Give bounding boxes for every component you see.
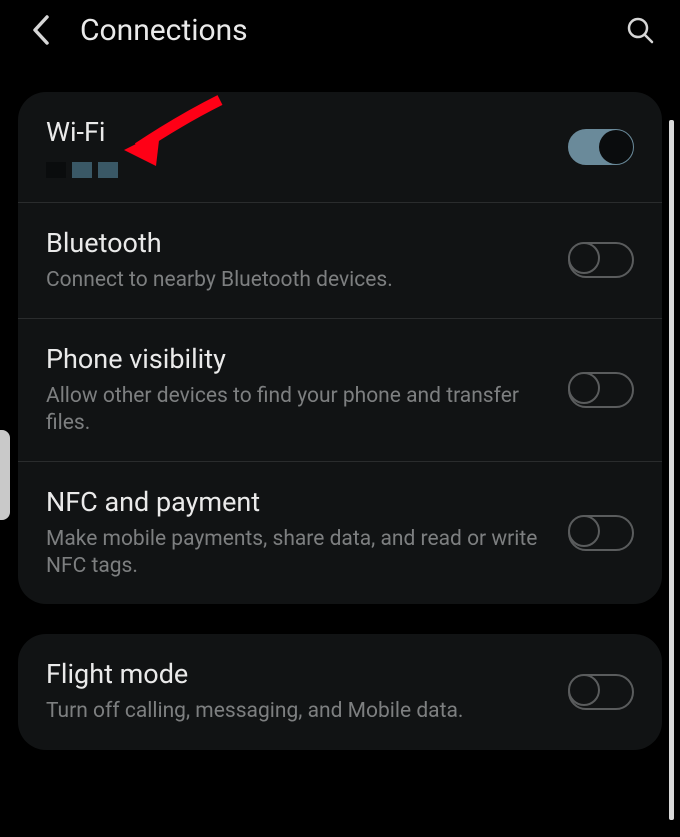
- wifi-network-indicator: [46, 162, 548, 178]
- wifi-indicator-block: [46, 162, 66, 178]
- row-text: NFC and payment Make mobile payments, sh…: [46, 486, 568, 580]
- scrollbar[interactable]: [669, 120, 674, 820]
- settings-group-2: Flight mode Turn off calling, messaging,…: [18, 634, 662, 749]
- row-subtitle: Connect to nearby Bluetooth devices.: [46, 267, 548, 294]
- row-subtitle: Allow other devices to find your phone a…: [46, 383, 548, 438]
- wifi-toggle[interactable]: [568, 129, 634, 165]
- settings-group-1: Wi-Fi Bluetooth Connect to nearby Blueto…: [18, 92, 662, 604]
- wifi-indicator-block: [98, 162, 118, 178]
- row-subtitle: Turn off calling, messaging, and Mobile …: [46, 698, 548, 725]
- search-button[interactable]: [620, 10, 660, 50]
- toggle-knob: [568, 372, 600, 404]
- search-icon: [625, 15, 655, 45]
- page-title: Connections: [80, 13, 620, 48]
- row-title: Wi-Fi: [46, 116, 548, 150]
- back-button[interactable]: [20, 10, 60, 50]
- row-text: Phone visibility Allow other devices to …: [46, 343, 568, 437]
- toggle-knob: [599, 130, 633, 164]
- setting-row-flight-mode[interactable]: Flight mode Turn off calling, messaging,…: [18, 634, 662, 749]
- wifi-indicator-block: [72, 162, 92, 178]
- row-title: Bluetooth: [46, 227, 548, 261]
- row-subtitle: Make mobile payments, share data, and re…: [46, 526, 548, 581]
- row-text: Bluetooth Connect to nearby Bluetooth de…: [46, 227, 568, 294]
- row-text: Flight mode Turn off calling, messaging,…: [46, 658, 568, 725]
- nfc-toggle[interactable]: [568, 515, 634, 551]
- chevron-left-icon: [29, 13, 51, 47]
- setting-row-nfc[interactable]: NFC and payment Make mobile payments, sh…: [18, 462, 662, 604]
- phone-visibility-toggle[interactable]: [568, 372, 634, 408]
- toggle-knob: [568, 515, 600, 547]
- row-title: Phone visibility: [46, 343, 548, 377]
- row-title: Flight mode: [46, 658, 548, 692]
- flight-mode-toggle[interactable]: [568, 674, 634, 710]
- app-header: Connections: [0, 0, 680, 70]
- row-text: Wi-Fi: [46, 116, 568, 178]
- bluetooth-toggle[interactable]: [568, 242, 634, 278]
- toggle-knob: [568, 242, 600, 274]
- row-title: NFC and payment: [46, 486, 548, 520]
- setting-row-bluetooth[interactable]: Bluetooth Connect to nearby Bluetooth de…: [18, 203, 662, 319]
- edge-panel-handle[interactable]: [0, 430, 10, 520]
- setting-row-wifi[interactable]: Wi-Fi: [18, 92, 662, 203]
- setting-row-phone-visibility[interactable]: Phone visibility Allow other devices to …: [18, 319, 662, 462]
- toggle-knob: [568, 674, 600, 706]
